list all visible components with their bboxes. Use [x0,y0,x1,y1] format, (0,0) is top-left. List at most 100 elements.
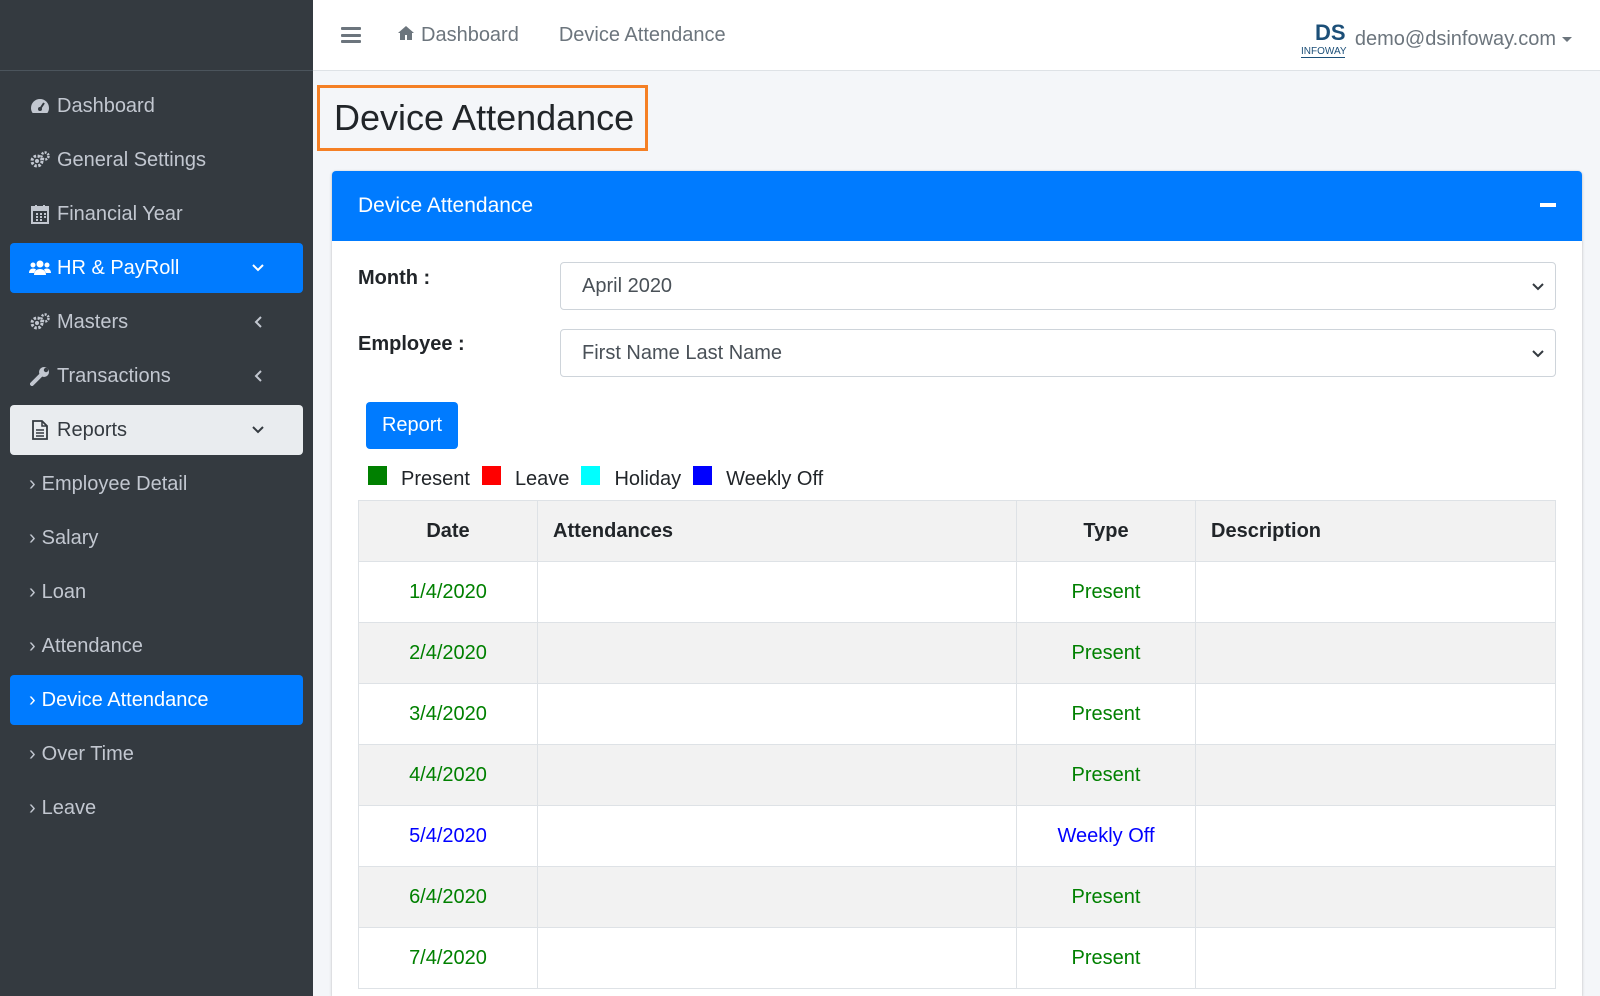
month-select[interactable]: April 2020 [560,262,1556,310]
user-menu[interactable]: DS INFOWAY demo@dsinfoway.com [1299,16,1572,62]
chevron-down-icon [1532,283,1544,291]
legend-swatch-present [368,466,387,485]
cell-attendances [537,622,1017,684]
calendar-icon [29,203,51,225]
hamburger-menu-icon[interactable] [341,27,361,43]
sidebar-item-masters[interactable]: Masters [10,297,303,347]
cell-type: Present [1016,744,1196,806]
wrench-icon [29,365,51,387]
sidebar-item-label: Dashboard [57,94,155,117]
sidebar-item-label: Masters [57,310,129,333]
users-icon [29,257,51,279]
nav-link-label: Device Attendance [558,23,726,46]
sidebar-subitem-label: Salary [41,526,99,549]
sidebar-subitem-attendance[interactable]: › Attendance [10,621,303,671]
legend-label: Present [401,468,470,490]
logo-text: DS [1315,20,1346,45]
report-button[interactable]: Report [366,402,458,449]
legend-swatch-leave [481,466,501,485]
chevron-right-icon: › [29,634,36,657]
company-logo: DS INFOWAY [1300,20,1347,58]
top-navbar: Dashboard Device Attendance DS INFOWAY d… [313,0,1600,71]
legend-item-present: Present [368,466,470,491]
chevron-down-icon [251,423,265,437]
chevron-left-icon [251,315,265,329]
attendance-table: Date Attendances Type Description 1/4/20… [358,500,1556,989]
sidebar-item-label: HR & PayRoll [57,256,180,279]
cell-date: 6/4/2020 [358,866,538,928]
employee-select-value: First Name Last Name [582,341,783,364]
cell-date: 1/4/2020 [358,561,538,623]
sidebar: Dashboard General Settings Financial Yea… [0,0,313,996]
sidebar-item-transactions[interactable]: Transactions [10,351,303,401]
cell-date: 5/4/2020 [358,805,538,867]
cell-attendances [537,927,1017,989]
table-row: 5/4/2020 Weekly Off [358,805,1556,867]
cell-type: Present [1016,622,1196,684]
cell-description [1195,622,1556,684]
sidebar-subitem-label: Leave [41,796,97,819]
cell-date: 2/4/2020 [358,622,538,684]
legend-swatch-holiday [581,466,601,485]
sidebar-item-financial-year[interactable]: Financial Year [10,189,303,239]
sidebar-subitem-employee-detail[interactable]: › Employee Detail [10,459,303,509]
cell-attendances [537,561,1017,623]
column-header-date: Date [358,500,538,562]
cell-type: Present [1016,927,1196,989]
legend-item-weekly-off: Weekly Off [693,466,824,491]
table-row: 4/4/2020 Present [358,744,1556,806]
sidebar-item-general-settings[interactable]: General Settings [10,135,303,185]
sidebar-item-label: General Settings [57,148,206,171]
device-attendance-card: Device Attendance Month : April 2020 Emp… [332,171,1582,996]
nav-link-device-attendance[interactable]: Device Attendance [559,24,726,47]
cell-attendances [537,866,1017,928]
sidebar-subitem-over-time[interactable]: › Over Time [10,729,303,779]
cell-type: Present [1016,561,1196,623]
page-title: Device Attendance [334,97,635,138]
column-header-description: Description [1195,500,1556,562]
chevron-right-icon: › [29,526,36,549]
cell-description [1195,927,1556,989]
sidebar-item-label: Financial Year [57,202,183,225]
chevron-left-icon [251,369,265,383]
sidebar-subitem-salary[interactable]: › Salary [10,513,303,563]
table-body: 1/4/2020 Present 2/4/2020 Present 3/4/2020 Pr… [358,561,1556,989]
sidebar-item-reports[interactable]: Reports [10,405,303,455]
dashboard-icon [29,95,51,117]
legend-label: Weekly Off [726,468,824,490]
sidebar-subitem-device-attendance[interactable]: › Device Attendance [10,675,303,725]
page-title-highlight: Device Attendance [317,85,648,151]
chevron-right-icon: › [29,580,36,603]
cell-date: 4/4/2020 [358,744,538,806]
column-header-type: Type [1016,500,1196,562]
user-email: demo@dsinfoway.com [1354,27,1556,50]
sidebar-item-label: Reports [57,418,128,441]
sidebar-brand [0,0,313,71]
cell-description [1195,744,1556,806]
file-icon [29,419,51,441]
gears-icon [29,311,51,333]
sidebar-subitem-label: Attendance [41,634,143,657]
nav-link-dashboard[interactable]: Dashboard [397,24,519,47]
employee-select[interactable]: First Name Last Name [560,329,1556,377]
legend-label: Holiday [614,468,682,490]
table-row: 3/4/2020 Present [358,683,1556,745]
sidebar-subitem-loan[interactable]: › Loan [10,567,303,617]
sidebar-item-label: Transactions [57,364,171,387]
sidebar-item-dashboard[interactable]: Dashboard [10,81,303,131]
collapse-minus-icon[interactable] [1540,203,1556,207]
table-row: 1/4/2020 Present [358,561,1556,623]
cell-type: Present [1016,866,1196,928]
chevron-right-icon: › [29,796,36,819]
sidebar-subitem-leave[interactable]: › Leave [10,783,303,833]
sidebar-subitem-label: Employee Detail [41,472,188,495]
chevron-right-icon: › [29,472,36,495]
sidebar-nav: Dashboard General Settings Financial Yea… [0,71,313,833]
table-row: 2/4/2020 Present [358,622,1556,684]
sidebar-subitem-label: Device Attendance [41,688,209,711]
table-row: 7/4/2020 Present [358,927,1556,989]
table-header-row: Date Attendances Type Description [358,500,1556,562]
caret-down-icon [1562,36,1572,42]
month-select-value: April 2020 [582,274,673,297]
sidebar-item-hr-payroll[interactable]: HR & PayRoll [10,243,303,293]
